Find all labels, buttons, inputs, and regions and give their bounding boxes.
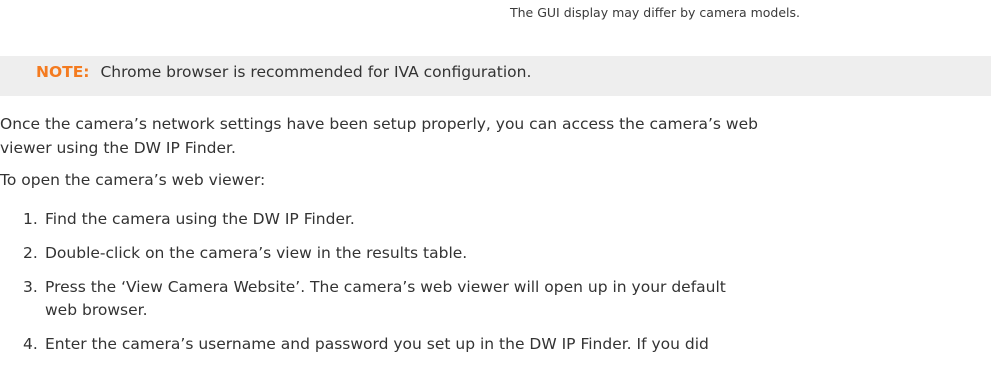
step-text: Press the ‘View Camera Website’. The cam…: [45, 278, 726, 296]
list-item: 3. Press the ‘View Camera Website’. The …: [0, 276, 726, 322]
step-text: Enter the camera’s username and password…: [45, 335, 709, 353]
steps-heading: To open the camera’s web viewer:: [0, 171, 266, 189]
intro-paragraph: Once the camera’s network settings have …: [0, 112, 758, 160]
note-label: NOTE:: [36, 63, 90, 81]
step-text: Double-click on the camera’s view in the…: [45, 244, 468, 262]
figure-caption: The GUI display may differ by camera mod…: [510, 5, 800, 20]
intro-line-1: Once the camera’s network settings have …: [0, 115, 758, 133]
step-text: Find the camera using the DW IP Finder.: [45, 210, 355, 228]
step-text-continued: web browser.: [45, 301, 148, 319]
list-item: 4. Enter the camera’s username and passw…: [0, 333, 726, 356]
step-number: 1.: [23, 210, 38, 228]
note-box: NOTE: Chrome browser is recommended for …: [0, 56, 991, 96]
steps-list: 1. Find the camera using the DW IP Finde…: [0, 208, 726, 367]
step-number: 4.: [23, 335, 38, 353]
list-item: 1. Find the camera using the DW IP Finde…: [0, 208, 726, 231]
list-item: 2. Double-click on the camera’s view in …: [0, 242, 726, 265]
step-number: 2.: [23, 244, 38, 262]
step-number: 3.: [23, 278, 38, 296]
note-text: Chrome browser is recommended for IVA co…: [100, 63, 532, 81]
intro-line-2: viewer using the DW IP Finder.: [0, 139, 236, 157]
